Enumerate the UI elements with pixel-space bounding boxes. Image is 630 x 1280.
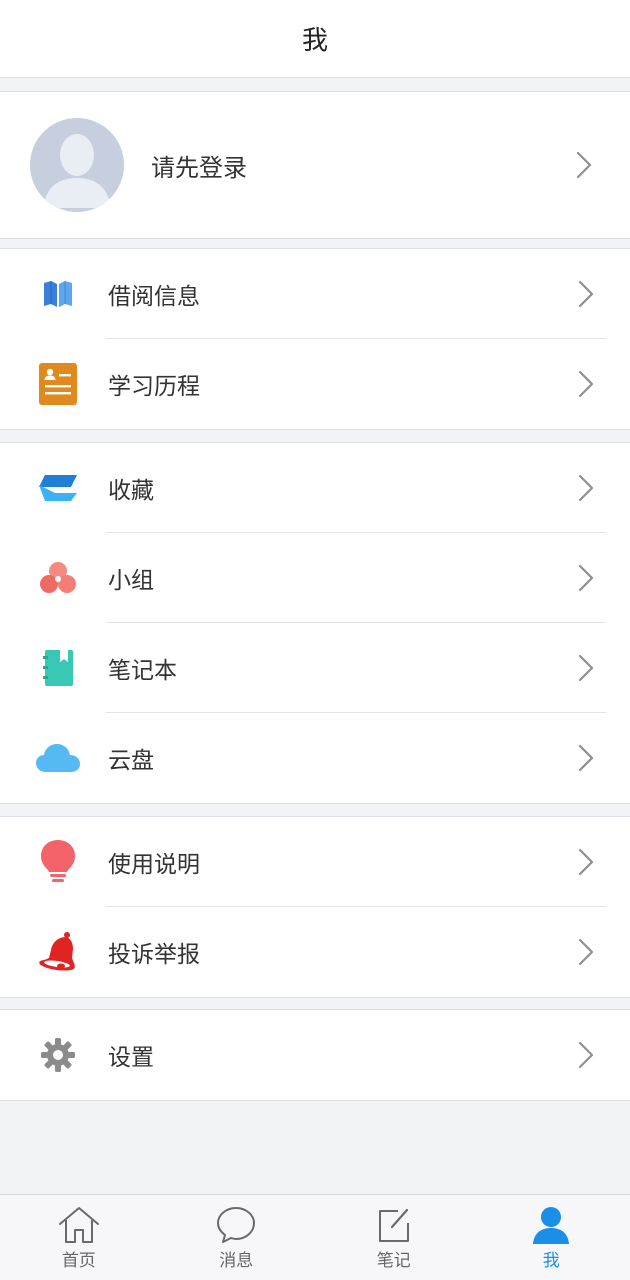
settings-section: 设置 — [0, 1009, 630, 1101]
nav-tab-me[interactable]: 我 — [473, 1195, 630, 1280]
user-icon — [533, 1207, 570, 1244]
nav-label: 消息 — [219, 1251, 254, 1271]
note-edit-icon — [378, 1208, 409, 1242]
menu-item-instructions[interactable]: 使用说明 — [0, 817, 630, 907]
content-section: 收藏 小组 笔记本 云盘 — [0, 442, 630, 804]
chevron-right-icon — [578, 938, 594, 966]
nav-tab-messages[interactable]: 消息 — [158, 1195, 316, 1280]
home-icon — [58, 1207, 99, 1243]
menu-item-group[interactable]: 小组 — [0, 533, 630, 623]
chevron-right-icon — [578, 1041, 594, 1069]
chevron-right-icon — [578, 564, 594, 592]
lightbulb-icon — [41, 840, 75, 882]
menu-item-study-history[interactable]: 学习历程 — [0, 339, 630, 429]
nav-label: 首页 — [61, 1251, 96, 1271]
bell-icon — [39, 932, 75, 971]
menu-item-collection[interactable]: 收藏 — [0, 443, 630, 533]
default-avatar-icon — [30, 118, 124, 212]
app-screen: 我 请先登录 借阅信息 学习历程 收藏 小组 笔记本 云盘 使用说明 投诉举报 … — [0, 0, 630, 1280]
chevron-right-icon — [578, 370, 594, 398]
menu-item-label: 云盘 — [108, 748, 154, 774]
login-prompt: 请先登录 — [151, 153, 247, 182]
menu-item-borrow-info[interactable]: 借阅信息 — [0, 249, 630, 339]
nav-tab-notes[interactable]: 笔记 — [315, 1195, 473, 1280]
help-section: 使用说明 投诉举报 — [0, 816, 630, 998]
nav-tab-home[interactable]: 首页 — [0, 1195, 158, 1280]
chevron-right-icon — [578, 848, 594, 876]
nav-label: 我 — [542, 1251, 560, 1271]
book-icon — [44, 281, 72, 307]
menu-item-label: 借阅信息 — [108, 284, 200, 310]
menu-item-label: 小组 — [108, 568, 154, 594]
gear-icon — [41, 1038, 75, 1072]
chevron-right-icon — [576, 151, 592, 179]
group-icon — [40, 562, 76, 593]
menu-item-label: 笔记本 — [108, 658, 177, 684]
cloud-icon — [36, 744, 80, 772]
message-icon — [217, 1207, 256, 1243]
chevron-right-icon — [578, 474, 594, 502]
reading-section: 借阅信息 学习历程 — [0, 248, 630, 430]
menu-item-label: 使用说明 — [108, 852, 200, 878]
top-bar: 我 — [0, 0, 630, 78]
menu-item-label: 投诉举报 — [108, 942, 200, 968]
bottom-nav: 首页 消息 笔记 我 — [0, 1194, 630, 1280]
collection-icon — [39, 475, 77, 501]
menu-item-notebook[interactable]: 笔记本 — [0, 623, 630, 713]
login-row[interactable]: 请先登录 — [0, 92, 630, 238]
chevron-right-icon — [578, 280, 594, 308]
menu-item-label: 学习历程 — [108, 374, 200, 400]
menu-item-label: 设置 — [108, 1045, 154, 1071]
chevron-right-icon — [578, 654, 594, 682]
chevron-right-icon — [578, 744, 594, 772]
profile-section: 请先登录 — [0, 91, 630, 239]
menu-item-label: 收藏 — [108, 478, 154, 504]
menu-item-complaint-report[interactable]: 投诉举报 — [0, 907, 630, 997]
nav-label: 笔记 — [376, 1251, 411, 1271]
avatar — [30, 118, 124, 212]
menu-item-settings[interactable]: 设置 — [0, 1010, 630, 1100]
notebook-icon — [43, 650, 73, 686]
study-history-icon — [39, 363, 77, 405]
menu-item-cloud-disk[interactable]: 云盘 — [0, 713, 630, 803]
page-title: 我 — [301, 26, 328, 56]
